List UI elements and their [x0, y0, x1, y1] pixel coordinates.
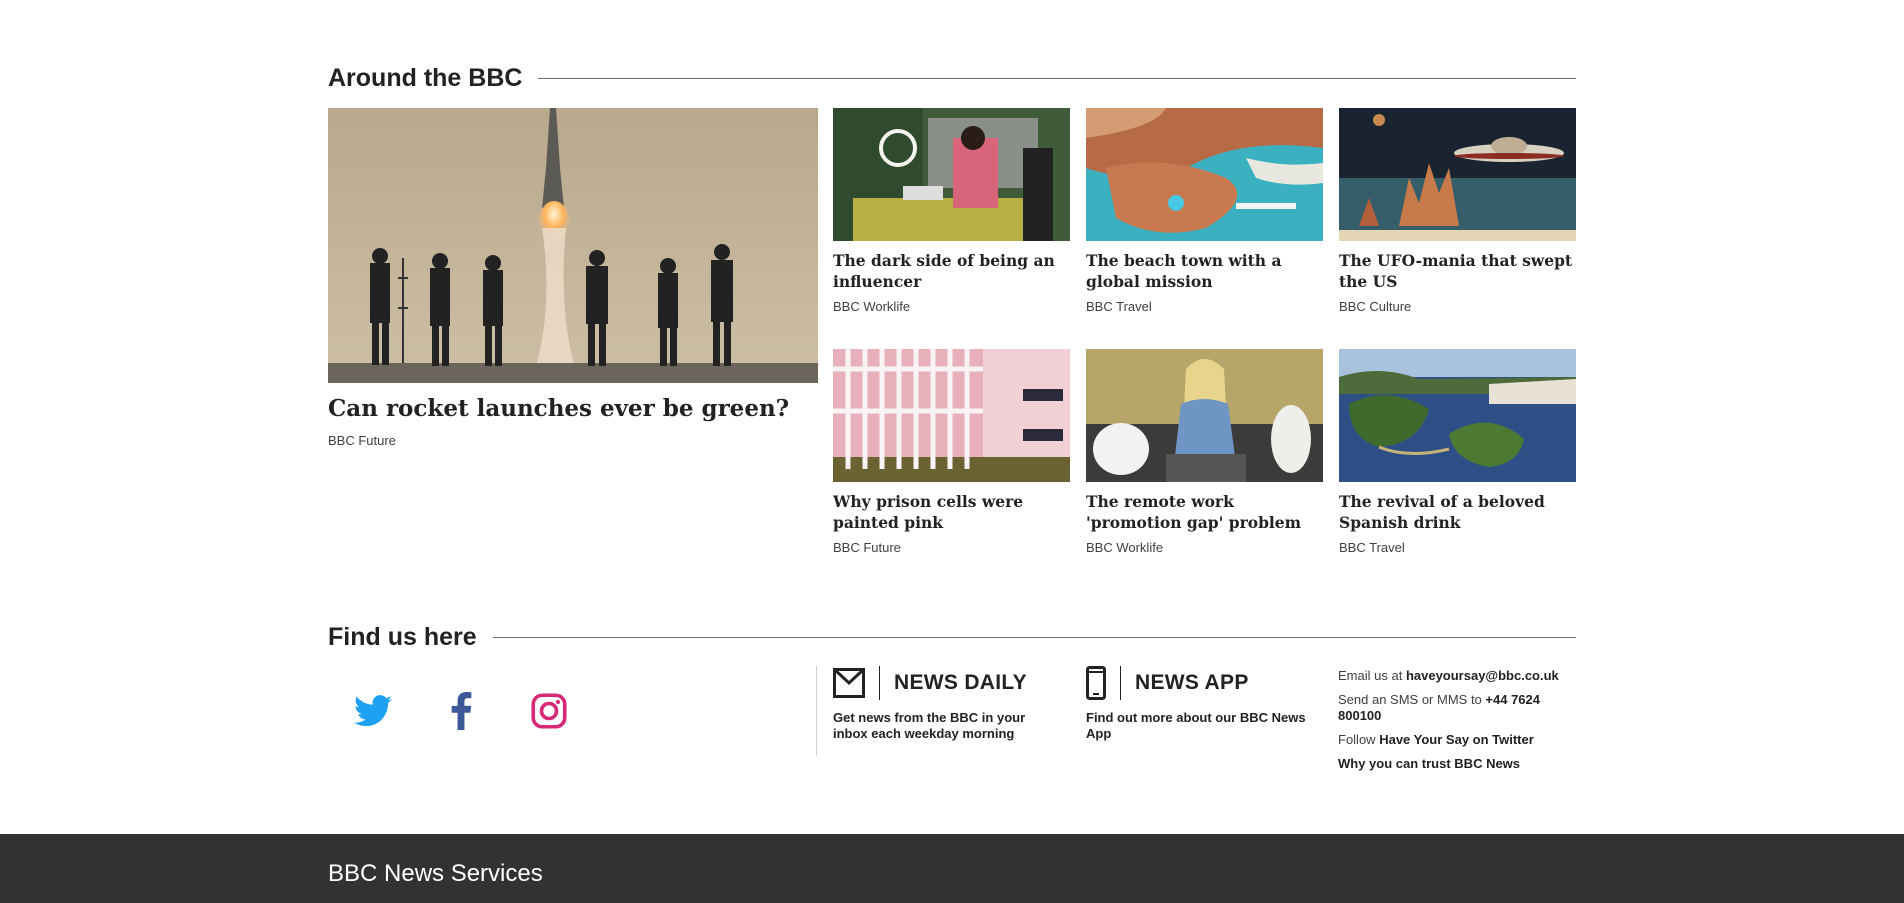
story-image[interactable]: [833, 108, 1070, 241]
email-link[interactable]: haveyoursay@bbc.co.uk: [1406, 668, 1559, 683]
trust-link[interactable]: Why you can trust BBC News: [1338, 756, 1520, 771]
story-title[interactable]: The revival of a beloved Spanish drink: [1339, 491, 1576, 533]
news-app-label[interactable]: NEWS APP: [1135, 671, 1249, 695]
instagram-icon[interactable]: [526, 688, 572, 734]
promo-separator: [1120, 666, 1121, 700]
follow-prefix: Follow: [1338, 732, 1376, 747]
twitter-link[interactable]: Have Your Say on Twitter: [1379, 732, 1534, 747]
email-prefix: Email us at: [1338, 668, 1403, 683]
story-source: BBC Worklife: [833, 299, 911, 314]
section-divider: [492, 636, 1576, 638]
story-source: BBC Worklife: [1086, 540, 1164, 555]
featured-story-title[interactable]: Can rocket launches ever be green?: [328, 395, 818, 423]
footer-title: BBC News Services: [328, 860, 543, 887]
story-image[interactable]: [1086, 108, 1323, 241]
story-image[interactable]: [1339, 108, 1576, 241]
email-line: Email us at haveyoursay@bbc.co.uk: [1338, 668, 1568, 684]
section-title: Find us here: [328, 622, 477, 651]
story-title[interactable]: Why prison cells were painted pink: [833, 491, 1070, 533]
section-title: Around the BBC: [328, 63, 523, 92]
facebook-icon[interactable]: [438, 688, 484, 734]
mobile-phone-icon: [1086, 666, 1106, 700]
section-header: Around the BBC: [328, 58, 1576, 98]
follow-line: Follow Have Your Say on Twitter: [1338, 732, 1568, 748]
featured-story[interactable]: Can rocket launches ever be green? BBC F…: [328, 108, 818, 448]
trust-line: Why you can trust BBC News: [1338, 756, 1568, 772]
story-image[interactable]: [1086, 349, 1323, 482]
story-source: BBC Travel: [1339, 540, 1405, 555]
news-app-description[interactable]: Find out more about our BBC News App: [1086, 710, 1316, 742]
news-app-promo[interactable]: NEWS APP Find out more about our BBC New…: [1086, 665, 1316, 742]
twitter-icon[interactable]: [350, 688, 396, 734]
story-image[interactable]: [833, 349, 1070, 482]
story-card[interactable]: The beach town with a global mission BBC…: [1086, 108, 1323, 314]
story-source: BBC Future: [833, 540, 901, 555]
news-daily-description[interactable]: Get news from the BBC in your inbox each…: [833, 710, 1063, 742]
story-image[interactable]: [1339, 349, 1576, 482]
section-header: Find us here: [328, 617, 1576, 657]
story-card[interactable]: Why prison cells were painted pink BBC F…: [833, 349, 1070, 555]
story-title[interactable]: The UFO-mania that swept the US: [1339, 250, 1576, 292]
story-card[interactable]: The UFO-mania that swept the US BBC Cult…: [1339, 108, 1576, 314]
story-title[interactable]: The beach town with a global mission: [1086, 250, 1323, 292]
story-card[interactable]: The revival of a beloved Spanish drink B…: [1339, 349, 1576, 555]
news-daily-promo[interactable]: NEWS DAILY Get news from the BBC in your…: [833, 665, 1063, 742]
promo-separator: [879, 666, 880, 700]
story-title[interactable]: The remote work 'promotion gap' problem: [1086, 491, 1323, 533]
featured-story-image[interactable]: [328, 108, 818, 383]
story-source: BBC Travel: [1086, 299, 1152, 314]
news-daily-label[interactable]: NEWS DAILY: [894, 671, 1027, 695]
sms-line: Send an SMS or MMS to +44 7624 800100: [1338, 692, 1568, 724]
story-title[interactable]: The dark side of being an influencer: [833, 250, 1070, 292]
story-card[interactable]: The remote work 'promotion gap' problem …: [1086, 349, 1323, 555]
find-us-section: Find us here: [328, 617, 1576, 657]
story-source: BBC Culture: [1339, 299, 1412, 314]
envelope-icon: [833, 668, 865, 698]
story-card[interactable]: The dark side of being an influencer BBC…: [833, 108, 1070, 314]
contact-info: Email us at haveyoursay@bbc.co.uk Send a…: [1338, 668, 1568, 780]
column-divider: [816, 666, 817, 756]
section-divider: [538, 77, 1576, 79]
featured-story-source: BBC Future: [328, 433, 396, 448]
social-links: [350, 688, 614, 734]
sms-prefix: Send an SMS or MMS to: [1338, 692, 1482, 707]
footer: BBC News Services: [0, 834, 1904, 903]
